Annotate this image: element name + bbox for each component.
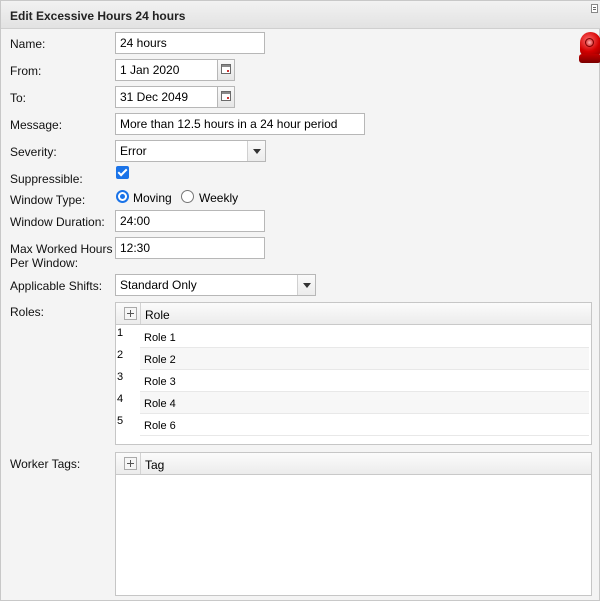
row-number: 5 xyxy=(117,415,124,427)
from-label: From: xyxy=(10,64,42,78)
roles-grid: Role 1 Role 1 2 Role 2 3 Role 3 4 Role 4… xyxy=(115,302,592,445)
moving-radio-label[interactable]: Moving xyxy=(133,191,172,205)
weekly-radio[interactable] xyxy=(181,190,194,203)
to-date-input[interactable]: 31 Dec 2049 xyxy=(115,86,218,108)
role-column-header[interactable]: Role xyxy=(145,308,170,322)
role-cell[interactable]: Role 4 xyxy=(140,392,589,414)
worker-tags-grid: Tag xyxy=(115,452,592,596)
calendar-icon xyxy=(221,64,231,74)
to-label: To: xyxy=(10,91,27,105)
editor-window: Edit Excessive Hours 24 hours Name: 24 h… xyxy=(0,0,600,601)
table-row[interactable]: 3 Role 3 xyxy=(116,370,591,392)
to-calendar-button[interactable] xyxy=(217,86,235,108)
severity-label: Severity: xyxy=(10,145,57,159)
applicable-shifts-select[interactable]: Standard Only xyxy=(115,274,316,296)
table-row[interactable]: 5 Role 6 xyxy=(116,414,591,436)
title-bar: Edit Excessive Hours 24 hours xyxy=(1,1,600,29)
max-hours-label-line1: Max Worked Hours xyxy=(10,242,113,256)
chevron-down-icon[interactable] xyxy=(297,275,315,295)
alarm-icon xyxy=(579,32,600,64)
name-label: Name: xyxy=(10,37,46,51)
from-date-input[interactable]: 1 Jan 2020 xyxy=(115,59,218,81)
message-input[interactable]: More than 12.5 hours in a 24 hour period xyxy=(115,113,365,135)
worker-tags-label: Worker Tags: xyxy=(10,457,81,471)
row-number: 4 xyxy=(117,393,124,405)
roles-grid-header: Role xyxy=(116,303,591,325)
suppressible-checkbox[interactable] xyxy=(116,166,129,179)
from-calendar-button[interactable] xyxy=(217,59,235,81)
window-duration-input[interactable]: 24:00 xyxy=(115,210,265,232)
max-hours-label-line2: Per Window: xyxy=(10,256,79,270)
table-row[interactable]: 4 Role 4 xyxy=(116,392,591,414)
add-icon[interactable] xyxy=(124,457,137,470)
role-cell[interactable]: Role 1 xyxy=(140,326,589,348)
chevron-down-icon[interactable] xyxy=(247,141,265,161)
calendar-icon xyxy=(221,91,231,101)
max-hours-input[interactable]: 12:30 xyxy=(115,237,265,259)
tag-column-header[interactable]: Tag xyxy=(145,458,164,472)
name-input[interactable]: 24 hours xyxy=(115,32,265,54)
window-menu-icon[interactable] xyxy=(591,4,598,13)
applicable-shifts-label: Applicable Shifts: xyxy=(10,279,103,293)
window-duration-label: Window Duration: xyxy=(10,215,105,229)
role-cell[interactable]: Role 2 xyxy=(140,348,589,370)
tags-grid-header: Tag xyxy=(116,453,591,475)
add-icon[interactable] xyxy=(124,307,137,320)
window-type-label: Window Type: xyxy=(10,193,86,207)
moving-radio[interactable] xyxy=(116,190,129,203)
role-cell[interactable]: Role 3 xyxy=(140,370,589,392)
message-label: Message: xyxy=(10,118,63,132)
roles-label: Roles: xyxy=(10,305,45,319)
row-number: 2 xyxy=(117,349,124,361)
table-row[interactable]: 1 Role 1 xyxy=(116,326,591,348)
suppressible-label: Suppressible: xyxy=(10,172,83,186)
severity-select[interactable]: Error xyxy=(115,140,266,162)
window-title: Edit Excessive Hours 24 hours xyxy=(10,9,186,23)
row-number: 3 xyxy=(117,371,124,383)
table-row[interactable]: 2 Role 2 xyxy=(116,348,591,370)
applicable-shifts-value: Standard Only xyxy=(120,278,197,292)
severity-value: Error xyxy=(120,144,147,158)
weekly-radio-label[interactable]: Weekly xyxy=(199,191,238,205)
row-number: 1 xyxy=(117,327,124,339)
role-cell[interactable]: Role 6 xyxy=(140,414,589,436)
